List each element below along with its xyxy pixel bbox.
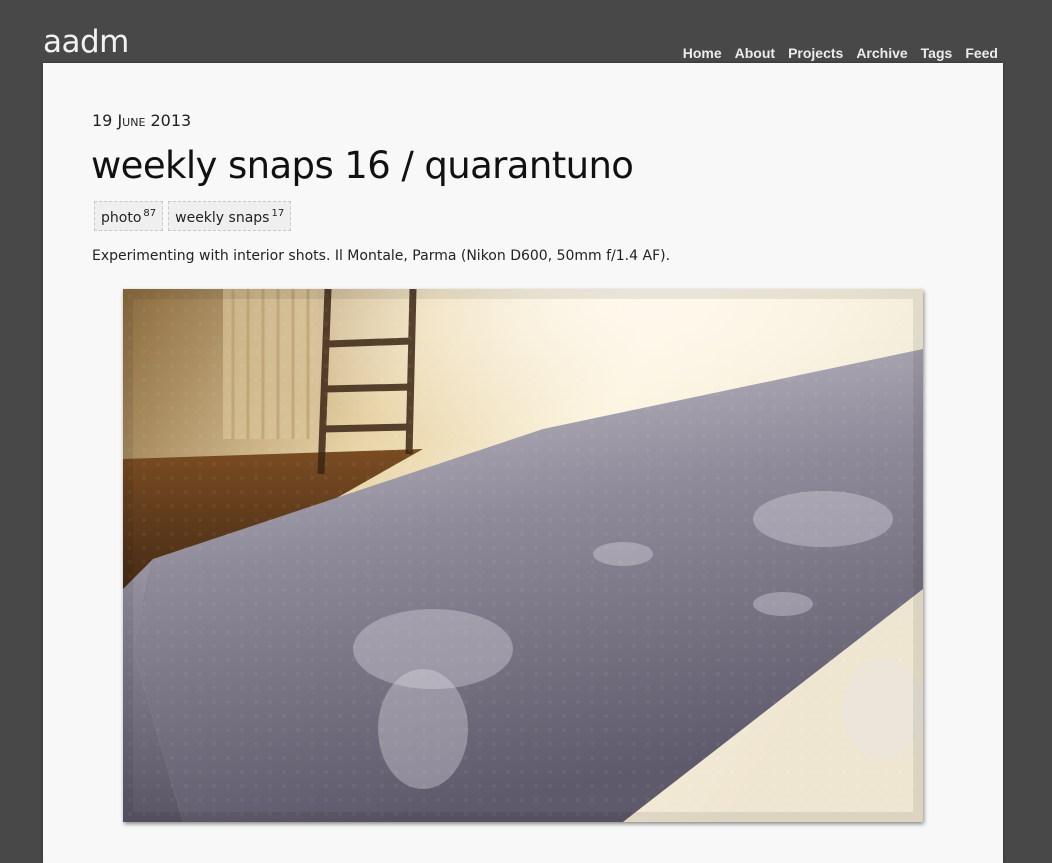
- post-date-day: 19: [92, 111, 113, 130]
- tag-count: 17: [271, 208, 285, 219]
- nav-link-projects[interactable]: Projects: [788, 44, 843, 62]
- post-date: 19 June 2013: [92, 111, 191, 130]
- post-date-month: June: [117, 111, 146, 130]
- nav-link-home[interactable]: Home: [683, 44, 722, 62]
- tag-count: 87: [143, 208, 157, 219]
- tag-label: photo: [101, 210, 142, 226]
- tag-list: photo 87 weekly snaps 17: [94, 201, 292, 231]
- tag-weekly-snaps[interactable]: weekly snaps 17: [168, 201, 292, 231]
- content-panel: 19 June 2013 weekly snaps 16 / quarantun…: [43, 63, 1003, 863]
- site-logo[interactable]: aadm: [43, 22, 129, 62]
- photo-bed-chair: [123, 289, 923, 822]
- post-title: weekly snaps 16 / quarantuno: [91, 144, 634, 187]
- tag-photo[interactable]: photo 87: [94, 201, 164, 231]
- post-date-year: 2013: [150, 111, 192, 130]
- nav-link-about[interactable]: About: [735, 44, 775, 62]
- nav-link-feed[interactable]: Feed: [965, 44, 998, 62]
- nav-link-tags[interactable]: Tags: [921, 44, 953, 62]
- post-photo: [123, 289, 923, 822]
- tag-label: weekly snaps: [175, 210, 270, 226]
- post-body: Experimenting with interior shots. Il Mo…: [92, 248, 671, 264]
- site-header: aadm Home About Projects Archive Tags Fe…: [0, 0, 1052, 64]
- main-nav: Home About Projects Archive Tags Feed: [683, 44, 998, 62]
- nav-link-archive[interactable]: Archive: [856, 44, 907, 62]
